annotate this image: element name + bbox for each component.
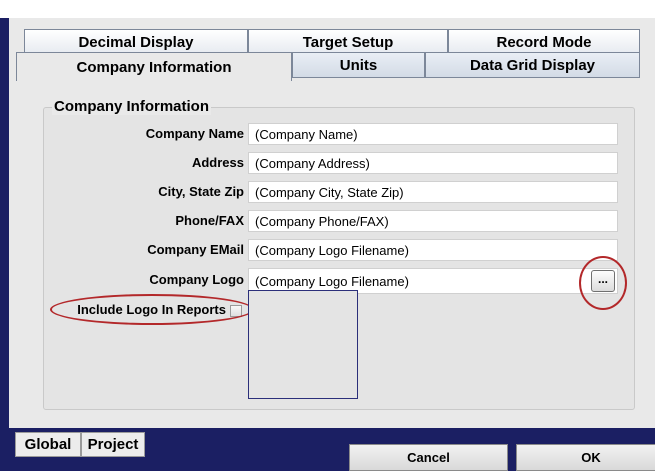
address-label: Address (191, 155, 244, 170)
phone-fax-input[interactable]: (Company Phone/FAX) (248, 210, 618, 232)
ok-button[interactable]: OK (516, 444, 655, 471)
company-logo-label: Company Logo (149, 272, 244, 287)
company-email-label: Company EMail (147, 242, 244, 257)
top-strip (0, 0, 655, 18)
tab-data-grid-display[interactable]: Data Grid Display (425, 52, 640, 78)
phone-fax-label: Phone/FAX (175, 213, 244, 228)
browse-callout-circle (579, 256, 627, 310)
tab-company-information[interactable]: Company Information (16, 52, 292, 81)
address-input[interactable]: (Company Address) (248, 152, 618, 174)
city-state-zip-label: City, State Zip (158, 184, 244, 199)
tab-project[interactable]: Project (81, 432, 145, 457)
cancel-button[interactable]: Cancel (349, 444, 508, 471)
group-title: Company Information (52, 98, 212, 115)
tab-units[interactable]: Units (292, 52, 425, 78)
include-logo-callout-ellipse (50, 294, 254, 325)
company-email-input[interactable]: (Company Logo Filename) (248, 239, 618, 261)
company-name-label: Company Name (145, 126, 244, 141)
company-name-input[interactable]: (Company Name) (248, 123, 618, 145)
city-state-zip-input[interactable]: (Company City, State Zip) (248, 181, 618, 203)
logo-preview (248, 290, 358, 399)
tab-global[interactable]: Global (15, 432, 81, 457)
